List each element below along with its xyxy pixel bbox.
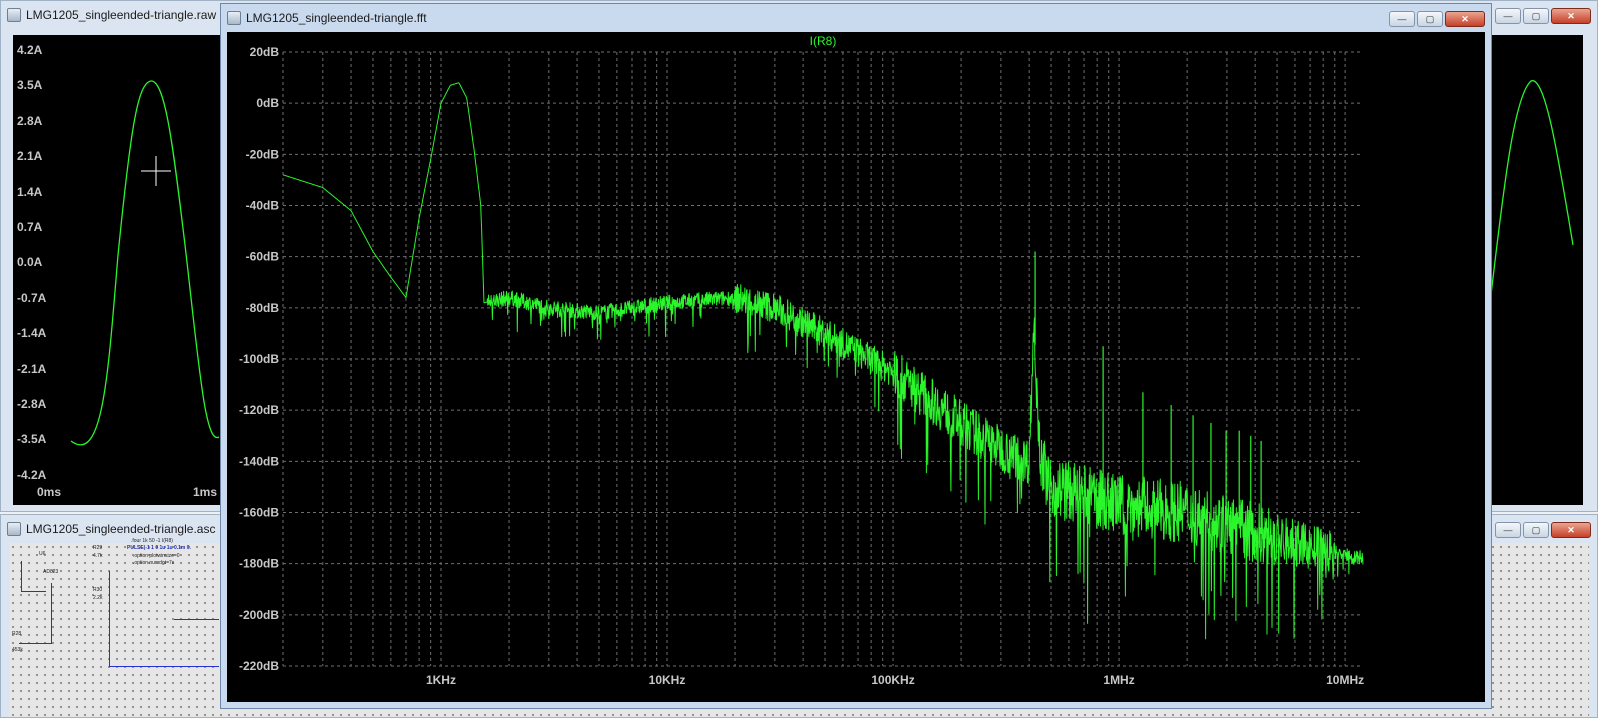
ltspice-waveform-icon — [7, 8, 21, 22]
raw-y-tick: -2.8A — [17, 397, 47, 411]
fft-y-tick: -140dB — [239, 454, 279, 468]
r28-value: 453k — [12, 647, 23, 653]
raw-x-tick: 0ms — [37, 485, 62, 499]
u6-label: U6 — [39, 551, 46, 557]
schematic-wire — [21, 561, 22, 591]
raw-y-tick: 2.1A — [17, 149, 43, 163]
option-numdgt: .option numdgt=7s — [133, 560, 175, 566]
asc-minimize-button[interactable]: — — [1495, 522, 1521, 538]
schematic-wire — [174, 619, 219, 620]
pulse-source: PULSE(-1 1 0 1u 1u 0.1m 0. — [127, 545, 191, 551]
raw-minimize-button[interactable]: — — [1495, 8, 1521, 24]
fft-maximize-button[interactable]: ▢ — [1417, 11, 1443, 27]
fft-trace-line — [282, 82, 1364, 640]
fft-window-title: LMG1205_singleended-triangle.fft — [246, 11, 427, 25]
fft-y-tick: -80dB — [246, 301, 280, 315]
fft-trace-title: I(R8) — [810, 34, 837, 48]
fft-y-tick: -220dB — [239, 659, 279, 673]
raw-window-title: LMG1205_singleended-triangle.raw — [26, 8, 217, 22]
asc-window-title: LMG1205_singleended-triangle.asc — [26, 522, 216, 536]
raw-close-button[interactable]: ✕ — [1551, 8, 1591, 24]
r28-label: R28 — [12, 631, 22, 637]
asc-maximize-button[interactable]: ▢ — [1523, 522, 1549, 538]
raw-y-tick: 3.5A — [17, 78, 43, 92]
schematic-wire — [109, 571, 110, 666]
fft-y-tick: -200dB — [239, 608, 279, 622]
raw-maximize-button[interactable]: ▢ — [1523, 8, 1549, 24]
raw-y-tick: 1.4A — [17, 185, 43, 199]
raw-x-tick: 1ms — [193, 485, 218, 499]
option-plotwinsize: .option plotwinsize=0 — [133, 553, 180, 559]
fft-y-tick: -20dB — [246, 147, 280, 161]
asc-close-button[interactable]: ✕ — [1551, 522, 1591, 538]
raw-y-tick: -1.4A — [17, 326, 47, 340]
raw-y-tick: -4.2A — [17, 468, 47, 482]
raw-y-tick: -3.5A — [17, 432, 47, 446]
fft-y-tick: -180dB — [239, 557, 279, 571]
raw-y-tick: 0.7A — [17, 220, 43, 234]
fft-y-tick: -40dB — [246, 199, 280, 213]
fft-titlebar[interactable]: LMG1205_singleended-triangle.fft — ▢ ✕ — [221, 4, 1491, 32]
r29-value: 4.7k — [93, 553, 103, 559]
fft-minimize-button[interactable]: — — [1389, 11, 1415, 27]
fft-y-tick: 0dB — [256, 96, 279, 110]
schematic-wire — [109, 666, 219, 667]
fft-close-button[interactable]: ✕ — [1445, 11, 1485, 27]
fft-window: LMG1205_singleended-triangle.fft — ▢ ✕ 2… — [220, 3, 1492, 709]
raw-y-tick: 0.0A — [17, 255, 43, 269]
schematic-wire — [19, 643, 52, 644]
r30-value: 2.2k — [93, 595, 103, 601]
fft-chart: 20dB 0dB -20dB -40dB -60dB -80dB -100dB -120dB -… — [239, 34, 1364, 687]
fft-x-tick: 10MHz — [1326, 673, 1364, 687]
raw-waveform-trace — [70, 80, 220, 446]
raw-waveform-trace-right — [1490, 80, 1574, 296]
fft-y-tick: -160dB — [239, 506, 279, 520]
fft-plot-area[interactable]: 20dB 0dB -20dB -40dB -60dB -80dB -100dB -120dB -… — [227, 32, 1485, 702]
fft-y-tick: -100dB — [239, 352, 279, 366]
raw-y-tick: 4.2A — [17, 43, 43, 57]
fft-y-tick: 20dB — [250, 45, 280, 59]
raw-y-tick: -2.1A — [17, 362, 47, 376]
raw-y-tick: -0.7A — [17, 291, 47, 305]
r30-label: R30 — [93, 587, 103, 593]
four-directive: .four 1k 50 -1 I(R8) — [131, 538, 173, 544]
fft-x-tick: 1MHz — [1103, 673, 1134, 687]
raw-y-tick: 2.8A — [17, 114, 43, 128]
schematic-wire — [51, 583, 52, 643]
ad823-label: AD823 — [43, 569, 59, 575]
ltspice-waveform-icon — [227, 11, 241, 25]
fft-y-tick: -120dB — [239, 403, 279, 417]
fft-x-tick: 1KHz — [426, 673, 456, 687]
schematic-wire — [21, 591, 46, 592]
ltspice-schematic-icon — [7, 522, 21, 536]
r29-label: R29 — [93, 545, 103, 551]
fft-x-tick: 10KHz — [649, 673, 686, 687]
fft-y-tick: -60dB — [246, 250, 280, 264]
fft-x-tick: 100KHz — [871, 673, 914, 687]
